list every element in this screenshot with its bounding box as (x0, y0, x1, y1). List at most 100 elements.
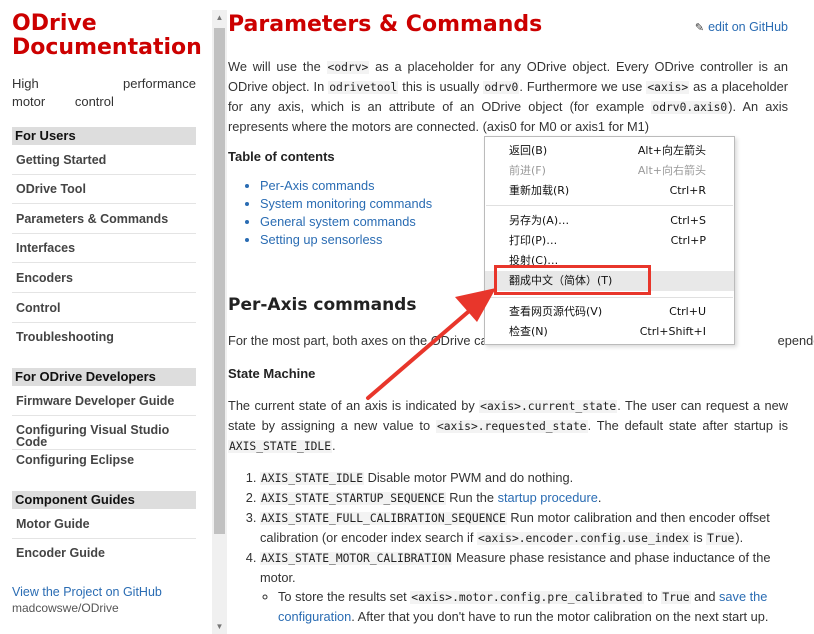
pencil-icon: ✎ (694, 22, 705, 34)
menu-item-shortcut: Alt+向右箭头 (637, 164, 706, 177)
menu-item-label: 打印(P)… (509, 234, 558, 247)
nav-divider (12, 262, 196, 263)
inline-code: <axis> (646, 81, 690, 94)
nav-item-motor-guide[interactable]: Motor Guide (16, 518, 196, 531)
menu-item-label: 返回(B) (509, 144, 548, 157)
sidebar: ODrive Documentation High performance mo… (0, 0, 212, 634)
nav-header-for-odrive-developers: For ODrive Developers (12, 368, 196, 386)
list-item: AXIS_STATE_STARTUP_SEQUENCE Run the star… (260, 488, 788, 508)
nav-item-firmware-developer-guide[interactable]: Firmware Developer Guide (16, 395, 196, 408)
site-tagline: High performance motor control (12, 76, 196, 109)
context-menu: 返回(B) Alt+向左箭头 前进(F) Alt+向右箭头 重新加载(R) Ctrl+… (484, 136, 735, 345)
inline-code: <axis>.current_state (479, 400, 618, 413)
list-item: To store the results set <axis>.motor.co… (278, 587, 788, 626)
nav-divider (12, 203, 196, 204)
toc-item-sensorless[interactable]: Setting up sensorless (260, 231, 432, 249)
nav-divider (12, 233, 196, 234)
menu-item-reload[interactable]: 重新加载(R) Ctrl+R (485, 181, 734, 201)
text: . (597, 490, 602, 505)
page-title: Parameters & Commands (228, 12, 543, 37)
text: To store the results set (278, 589, 411, 604)
menu-item-label: 检查(N) (509, 325, 548, 338)
text: . Furthermore we use (519, 79, 647, 94)
nav-item-troubleshooting[interactable]: Troubleshooting (16, 331, 196, 344)
inline-code: <axis>.encoder.config.use_index (476, 532, 690, 545)
toc-item-per-axis[interactable]: Per-Axis commands (260, 177, 432, 195)
text: For the most part, both axes on the ODri… (228, 333, 488, 348)
menu-item-print[interactable]: 打印(P)… Ctrl+P (485, 231, 734, 251)
nav-divider (12, 538, 196, 539)
nav-divider (12, 322, 196, 323)
menu-item-inspect[interactable]: 检查(N) Ctrl+Shift+I (485, 322, 734, 342)
menu-item-label: 重新加载(R) (509, 184, 570, 197)
inline-code: AXIS_STATE_FULL_CALIBRATION_SEQUENCE (260, 512, 507, 525)
nav-item-getting-started[interactable]: Getting Started (16, 154, 196, 167)
menu-item-forward[interactable]: 前进(F) Alt+向右箭头 (485, 161, 734, 181)
text: . (332, 438, 336, 453)
menu-item-shortcut: Ctrl+R (669, 184, 706, 197)
github-project-link[interactable]: View the Project on GitHub (12, 585, 162, 599)
text: We will use the (228, 59, 327, 74)
nav-item-encoders[interactable]: Encoders (16, 272, 196, 285)
inline-code: <odrv> (326, 61, 370, 74)
text: this is usually (398, 79, 484, 94)
scroll-up-arrow-icon[interactable]: ▲ (212, 10, 227, 25)
scrollbar-thumb[interactable] (214, 28, 225, 534)
nav-item-configuring-eclipse[interactable]: Configuring Eclipse (16, 454, 196, 467)
text: The current state of an axis is indicate… (228, 398, 480, 413)
text: Disable motor PWM and do nothing. (364, 470, 574, 485)
nav-item-configuring-vscode[interactable]: Configuring Visual Studio Code (16, 424, 186, 449)
menu-divider (486, 297, 733, 298)
toc-list: Per-Axis commands System monitoring comm… (246, 177, 432, 249)
menu-item-save-as[interactable]: 另存为(A)… Ctrl+S (485, 211, 734, 231)
section-heading-per-axis: Per-Axis commands (228, 295, 417, 315)
sub-list: To store the results set <axis>.motor.co… (260, 587, 788, 626)
inline-code: <axis>.requested_state (435, 420, 588, 433)
nav-header-component-guides: Component Guides (12, 491, 196, 509)
nav-header-for-users: For Users (12, 127, 196, 145)
nav-item-odrive-tool[interactable]: ODrive Tool (16, 183, 196, 196)
section-heading-state-machine: State Machine (228, 366, 316, 381)
menu-item-shortcut: Ctrl+S (670, 214, 706, 227)
menu-item-label: 查看网页源代码(V) (509, 305, 603, 318)
scroll-down-arrow-icon[interactable]: ▼ (212, 619, 227, 634)
text: to (643, 589, 662, 604)
menu-item-shortcut: Ctrl+P (670, 234, 706, 247)
inline-code: True (661, 591, 691, 604)
toc-heading: Table of contents (228, 149, 335, 164)
inline-code: AXIS_STATE_IDLE (228, 440, 333, 453)
menu-divider (486, 205, 733, 206)
menu-item-label: 前进(F) (509, 164, 546, 177)
text: and (690, 589, 720, 604)
edit-on-github-link[interactable]: ✎ edit on GitHub (695, 18, 788, 38)
nav-divider (12, 415, 196, 416)
nav-item-encoder-guide[interactable]: Encoder Guide (16, 547, 196, 560)
menu-item-back[interactable]: 返回(B) Alt+向左箭头 (485, 141, 734, 161)
edit-on-github-label[interactable]: edit on GitHub (708, 20, 788, 34)
menu-item-label: 另存为(A)… (509, 214, 570, 227)
site-title[interactable]: ODrive Documentation (12, 12, 202, 60)
toc-item-system-monitoring[interactable]: System monitoring commands (260, 195, 432, 213)
nav-item-interfaces[interactable]: Interfaces (16, 242, 196, 255)
nav-divider (12, 292, 196, 293)
menu-item-shortcut: Ctrl+Shift+I (639, 325, 706, 338)
nav-item-control[interactable]: Control (16, 302, 196, 315)
toc-item-general-system[interactable]: General system commands (260, 213, 432, 231)
startup-procedure-link[interactable]: startup procedure (498, 490, 598, 505)
menu-item-shortcut: Alt+向左箭头 (637, 144, 706, 157)
nav-divider (12, 174, 196, 175)
sidebar-scrollbar[interactable]: ▲ ▼ (212, 10, 227, 634)
nav-item-parameters-commands[interactable]: Parameters & Commands (16, 213, 196, 226)
inline-code: True (706, 532, 736, 545)
text: ). (735, 530, 744, 545)
text: Run the (445, 490, 498, 505)
list-item: AXIS_STATE_MOTOR_CALIBRATION Measure pha… (260, 548, 788, 626)
inline-code: AXIS_STATE_STARTUP_SEQUENCE (260, 492, 446, 505)
text: is (689, 530, 707, 545)
text: . The default state after startup is (587, 418, 789, 433)
menu-item-shortcut: Ctrl+U (669, 305, 706, 318)
state-machine-paragraph: The current state of an axis is indicate… (228, 396, 788, 456)
inline-code: AXIS_STATE_MOTOR_CALIBRATION (260, 552, 453, 565)
menu-item-view-source[interactable]: 查看网页源代码(V) Ctrl+U (485, 302, 734, 322)
inline-code: odrv0.axis0 (651, 101, 729, 114)
